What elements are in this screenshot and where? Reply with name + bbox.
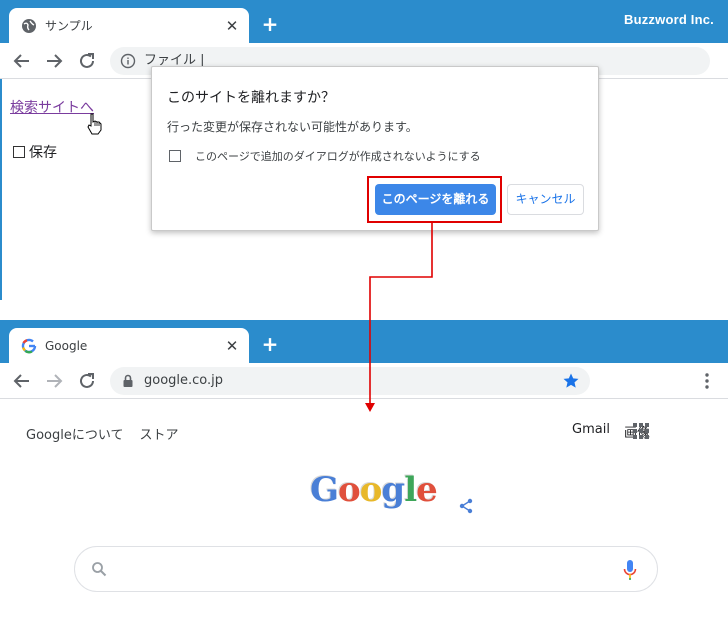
address-text: google.co.jp <box>144 373 224 388</box>
save-checkbox-label: 保存 <box>29 145 57 161</box>
suppress-dialogs-label: このページで追加のダイアログが作成されないようにする <box>195 150 481 163</box>
cancel-button[interactable]: キャンセル <box>507 184 584 215</box>
forward-button[interactable] <box>42 49 66 73</box>
google-header-left: Googleについて ストア <box>26 424 178 443</box>
save-checkbox[interactable] <box>13 146 25 158</box>
tab-title: サンプル <box>45 19 93 33</box>
tab-title: Google <box>45 339 88 353</box>
gmail-link[interactable]: Gmail <box>572 422 610 441</box>
google-search-input[interactable] <box>74 546 658 592</box>
share-icon[interactable] <box>458 498 474 514</box>
hand-cursor-icon <box>87 113 102 135</box>
dialog-message: 行った変更が保存されない可能性があります。 <box>167 120 418 134</box>
info-icon[interactable] <box>120 53 136 69</box>
suppress-dialogs-checkbox[interactable] <box>169 150 181 162</box>
tab-google[interactable]: Google ✕ <box>9 328 249 363</box>
logo-letter: o <box>338 470 361 510</box>
menu-dots-icon[interactable] <box>698 370 716 392</box>
search-site-link[interactable]: 検索サイトへ <box>10 97 94 117</box>
address-bar[interactable]: google.co.jp <box>110 367 590 395</box>
tab-strip: サンプル ✕ + Buzzword Inc. <box>0 0 728 43</box>
search-icon <box>92 562 107 577</box>
back-button[interactable] <box>10 49 34 73</box>
back-arrow-icon <box>13 54 29 68</box>
tab-sample[interactable]: サンプル ✕ <box>9 8 249 43</box>
apps-grid-icon[interactable] <box>632 422 650 440</box>
bottom-browser-window: Google ✕ + google.co.jp Googleについて ストア G… <box>0 320 728 620</box>
logo-letter: e <box>416 470 438 510</box>
dialog-title: このサイトを離れますか？ <box>167 90 335 106</box>
close-tab-icon[interactable]: ✕ <box>223 17 241 35</box>
close-tab-icon[interactable]: ✕ <box>223 337 241 355</box>
tab-strip: Google ✕ + <box>0 320 728 363</box>
google-doodle-logo[interactable]: Google <box>310 470 438 514</box>
reload-icon <box>80 53 94 68</box>
toolbar: google.co.jp <box>0 363 728 399</box>
logo-letter: o <box>359 470 383 510</box>
new-tab-button[interactable]: + <box>260 334 280 354</box>
brand-label: Buzzword Inc. <box>624 12 714 27</box>
back-arrow-icon <box>13 374 29 388</box>
new-tab-button[interactable]: + <box>260 14 280 34</box>
logo-letter: g <box>381 470 405 510</box>
star-icon[interactable] <box>562 372 580 390</box>
globe-icon <box>22 19 36 33</box>
window-edge <box>0 79 2 300</box>
back-button[interactable] <box>10 369 34 393</box>
logo-letter: l <box>404 470 417 510</box>
lock-icon[interactable] <box>120 373 136 389</box>
google-g-icon <box>21 338 37 354</box>
mic-icon[interactable] <box>623 559 637 581</box>
forward-button[interactable] <box>42 369 66 393</box>
about-google-link[interactable]: Googleについて <box>26 424 123 443</box>
store-link[interactable]: ストア <box>139 424 178 443</box>
forward-arrow-icon <box>47 54 63 68</box>
suppress-dialogs-row[interactable]: このページで追加のダイアログが作成されないようにする <box>169 148 481 164</box>
reload-icon <box>80 373 94 388</box>
forward-arrow-icon <box>47 374 63 388</box>
reload-button[interactable] <box>75 369 99 393</box>
reload-button[interactable] <box>75 49 99 73</box>
logo-letter: G <box>310 470 339 510</box>
highlight-box <box>367 176 502 223</box>
save-checkbox-row[interactable]: 保存 <box>13 142 57 162</box>
